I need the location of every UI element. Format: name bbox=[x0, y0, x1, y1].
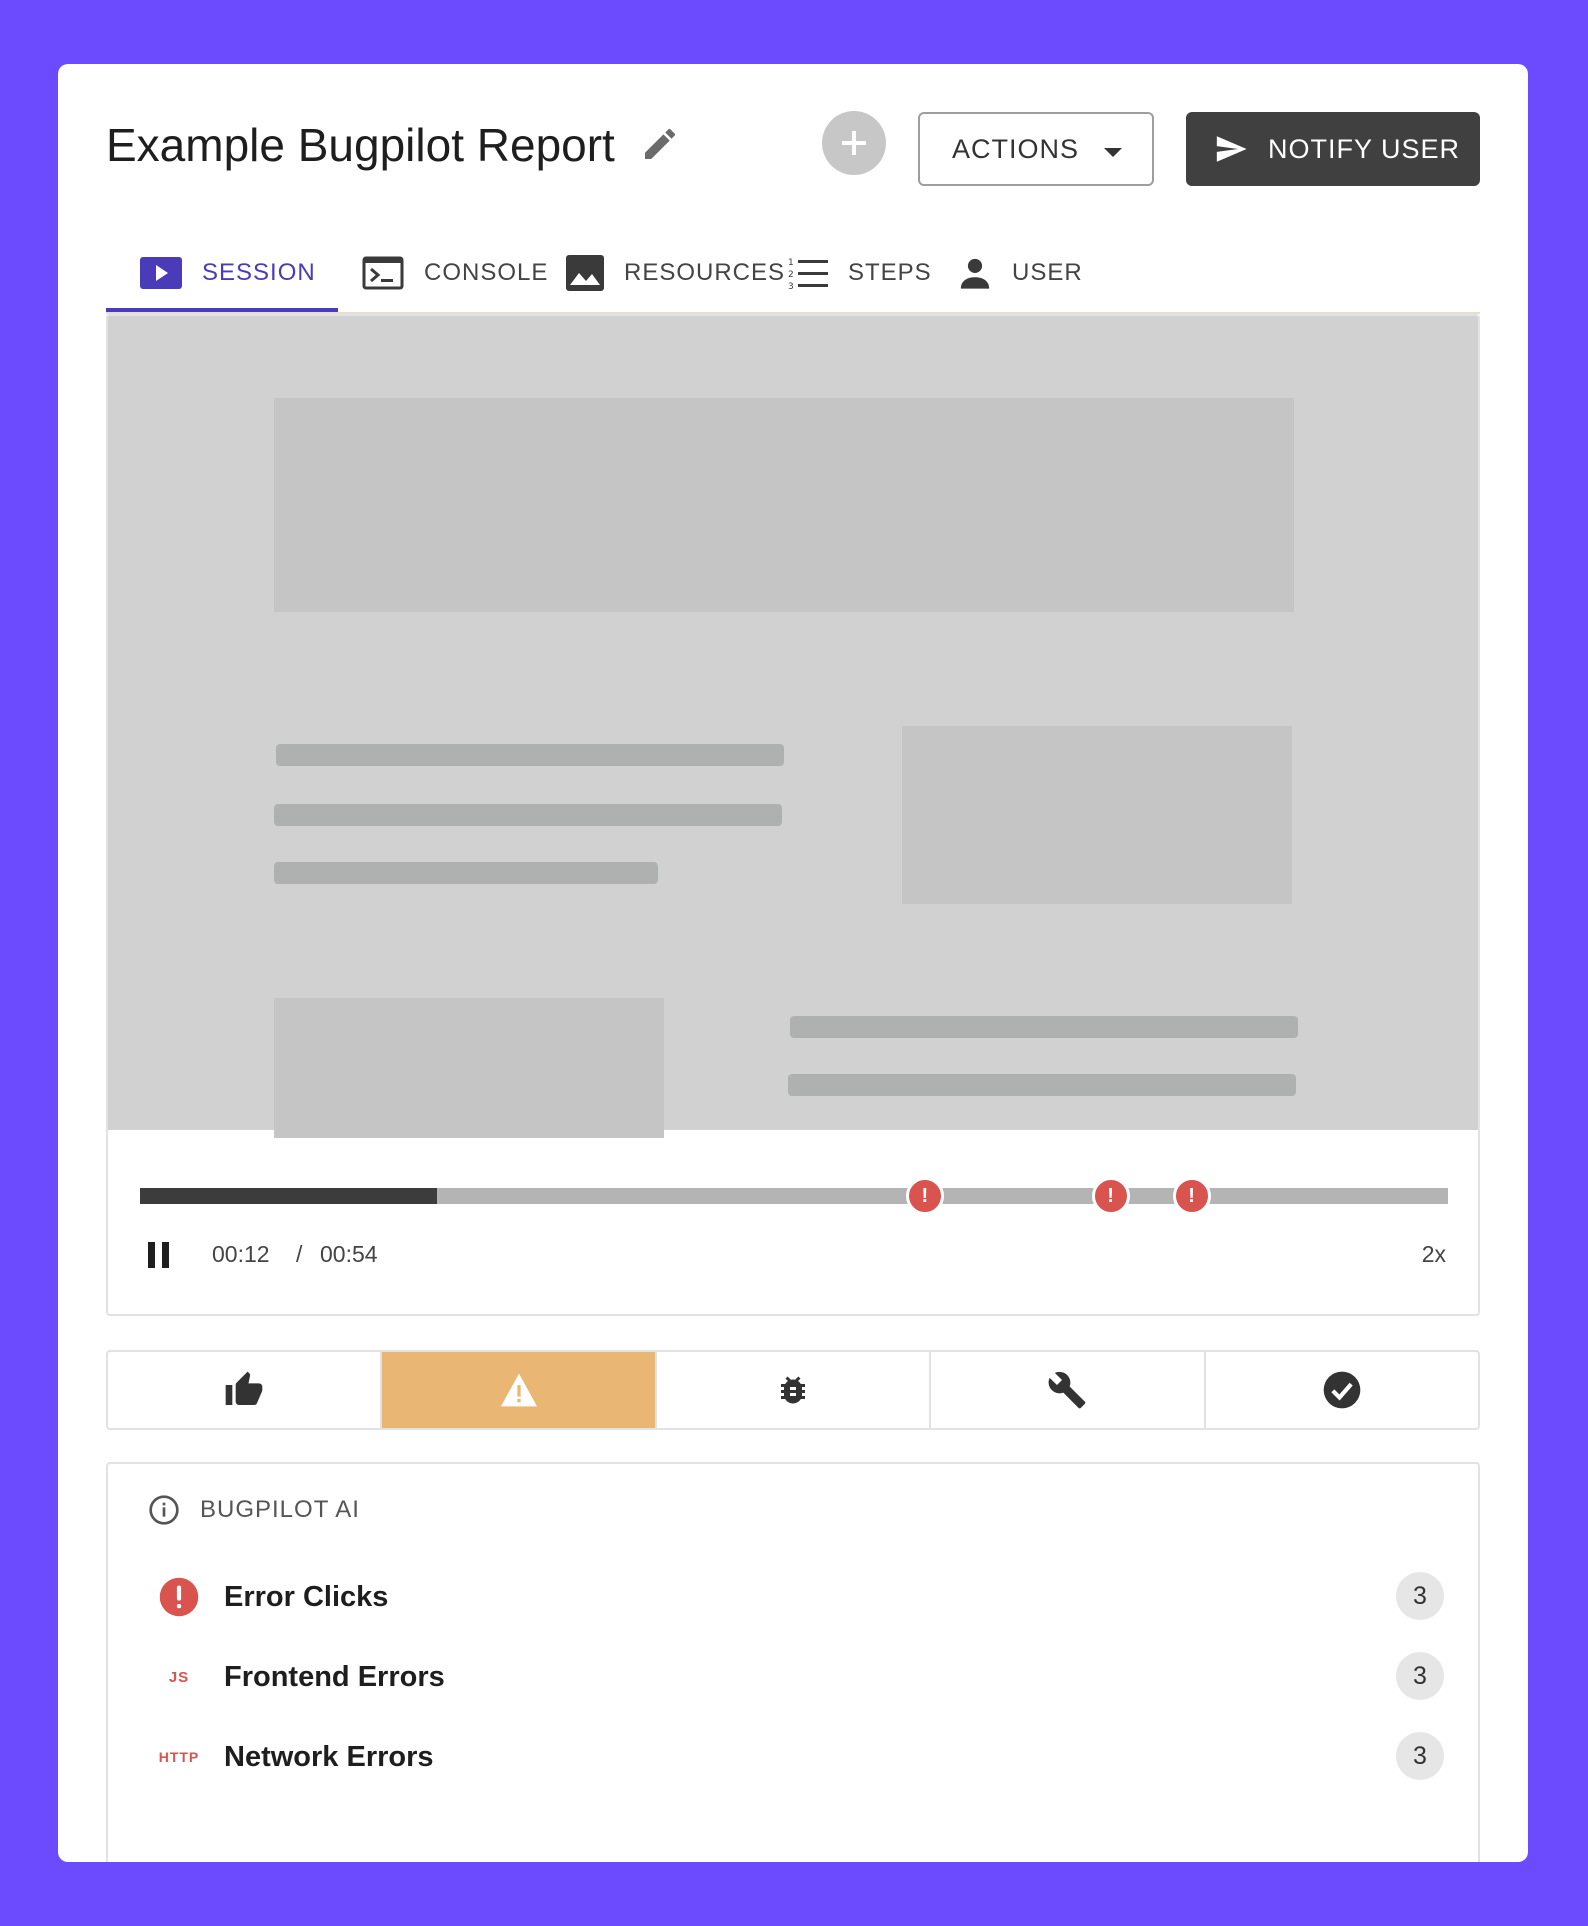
issue-label: Frontend Errors bbox=[224, 1660, 445, 1693]
wrench-icon bbox=[1049, 1371, 1086, 1409]
issue-row-error-clicks[interactable]: Error Clicks 3 bbox=[154, 1572, 1444, 1622]
tab-label: SESSION bbox=[202, 259, 316, 286]
ai-panel-title: BUGPILOT AI bbox=[200, 1496, 360, 1523]
edit-title-button[interactable] bbox=[640, 124, 680, 164]
issue-label: Network Errors bbox=[224, 1740, 434, 1773]
tab-user[interactable]: USER bbox=[958, 232, 1083, 314]
plus-icon bbox=[842, 131, 866, 155]
http-icon: HTTP bbox=[158, 1749, 200, 1765]
svg-text:1: 1 bbox=[788, 258, 795, 268]
notify-user-button[interactable]: NOTIFY USER bbox=[1186, 112, 1480, 186]
tab-label: CONSOLE bbox=[424, 259, 549, 286]
play-icon bbox=[140, 257, 182, 289]
placeholder-line bbox=[790, 1016, 1298, 1038]
time-separator: / bbox=[296, 1241, 303, 1267]
error-marker[interactable]: ! bbox=[1091, 1177, 1130, 1215]
svg-text:2: 2 bbox=[788, 270, 795, 280]
numbered-list-icon: 1 2 3 bbox=[788, 258, 828, 290]
pause-icon bbox=[162, 1242, 169, 1268]
placeholder-block bbox=[902, 726, 1292, 904]
image-icon bbox=[566, 255, 604, 291]
tab-console[interactable]: CONSOLE bbox=[362, 232, 548, 314]
issue-count: 3 bbox=[1396, 1572, 1444, 1620]
warning-icon bbox=[500, 1373, 537, 1407]
bugpilot-ai-panel: BUGPILOT AI Error Clicks 3 JS Frontend E… bbox=[106, 1462, 1480, 1862]
pause-icon bbox=[148, 1242, 155, 1268]
session-player: !!! 00:12 / 00:54 2x bbox=[106, 314, 1480, 1316]
issue-row-network-errors[interactable]: HTTP Network Errors 3 bbox=[154, 1732, 1444, 1782]
feedback-bug[interactable] bbox=[657, 1352, 932, 1428]
issue-label: Error Clicks bbox=[224, 1580, 389, 1613]
placeholder-line bbox=[274, 804, 782, 826]
playback-speed[interactable]: 2x bbox=[1422, 1241, 1446, 1268]
check-circle-icon bbox=[1323, 1371, 1361, 1409]
tab-label: STEPS bbox=[848, 259, 932, 286]
tab-label: USER bbox=[1012, 259, 1083, 286]
error-marker[interactable]: ! bbox=[1172, 1177, 1211, 1215]
issue-count: 3 bbox=[1396, 1732, 1444, 1780]
current-time: 00:12 bbox=[212, 1241, 270, 1267]
person-icon bbox=[960, 258, 990, 289]
placeholder-block bbox=[274, 398, 1294, 612]
report-title: Example Bugpilot Report bbox=[106, 119, 615, 171]
pencil-icon bbox=[645, 128, 676, 159]
feedback-bar bbox=[106, 1350, 1480, 1430]
add-button[interactable] bbox=[822, 111, 886, 175]
playback-timeline[interactable]: !!! bbox=[140, 1177, 1448, 1215]
tab-bar: SESSION CONSOLE RESOURCES 1 2 3 STEPS USER bbox=[106, 232, 1480, 314]
placeholder-block bbox=[274, 998, 664, 1138]
timeline-progress bbox=[140, 1188, 437, 1204]
active-tab-indicator bbox=[106, 308, 338, 312]
tab-session[interactable]: SESSION bbox=[140, 232, 316, 314]
info-icon bbox=[149, 1495, 179, 1525]
caret-down-icon bbox=[1104, 148, 1122, 157]
feedback-thumbs-up[interactable] bbox=[108, 1352, 383, 1428]
feedback-resolved[interactable] bbox=[1206, 1352, 1478, 1428]
actions-label: ACTIONS bbox=[952, 133, 1080, 164]
placeholder-line bbox=[788, 1074, 1296, 1096]
error-marker[interactable]: ! bbox=[905, 1177, 944, 1215]
issue-row-frontend-errors[interactable]: JS Frontend Errors 3 bbox=[154, 1652, 1444, 1702]
error-circle-icon bbox=[159, 1577, 199, 1617]
tab-resources[interactable]: RESOURCES bbox=[566, 232, 785, 314]
feedback-warning[interactable] bbox=[382, 1352, 657, 1428]
pause-button[interactable] bbox=[148, 1242, 170, 1268]
js-icon: JS bbox=[168, 1668, 190, 1686]
tab-label: RESOURCES bbox=[624, 259, 786, 286]
placeholder-line bbox=[274, 862, 658, 884]
tab-steps[interactable]: 1 2 3 STEPS bbox=[788, 232, 932, 314]
feedback-wrench[interactable] bbox=[931, 1352, 1206, 1428]
session-replay-viewport[interactable] bbox=[108, 316, 1478, 1138]
svg-text:3: 3 bbox=[788, 282, 795, 290]
ai-panel-header: BUGPILOT AI bbox=[148, 1494, 360, 1526]
notify-label: NOTIFY USER bbox=[1268, 133, 1461, 164]
send-icon bbox=[1216, 136, 1247, 162]
terminal-icon bbox=[362, 256, 404, 290]
placeholder-line bbox=[276, 744, 784, 766]
report-card: Example Bugpilot Report ACTIONS NOTIFY U… bbox=[58, 64, 1528, 1862]
total-time: 00:54 bbox=[320, 1241, 378, 1267]
bug-icon bbox=[781, 1376, 806, 1404]
actions-dropdown[interactable]: ACTIONS bbox=[918, 112, 1154, 186]
thumbs-up-icon bbox=[225, 1371, 263, 1405]
issue-count: 3 bbox=[1396, 1652, 1444, 1700]
